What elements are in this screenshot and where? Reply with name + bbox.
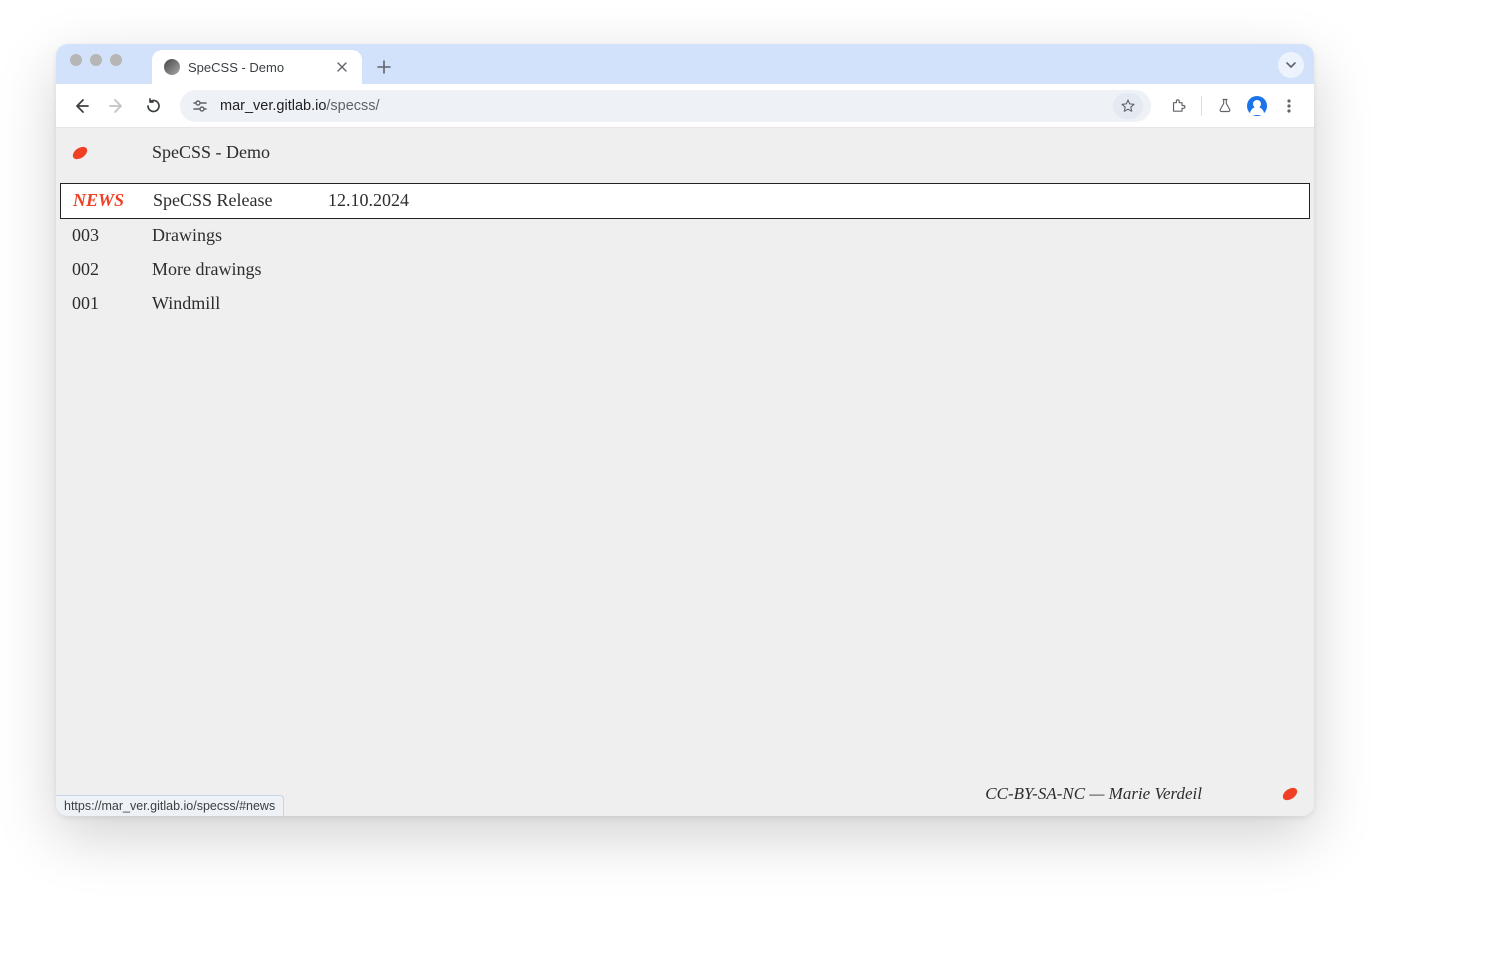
list-item-news[interactable]: NEWS SpeCSS Release 12.10.2024 xyxy=(60,183,1310,219)
browser-window: SpeCSS - Demo xyxy=(56,44,1314,816)
puzzle-icon xyxy=(1170,97,1187,114)
entry-title: Windmill xyxy=(152,290,327,318)
site-info-button[interactable] xyxy=(190,96,210,116)
toolbar-actions xyxy=(1163,91,1304,121)
profile-avatar-icon xyxy=(1247,96,1267,116)
tab-search-button[interactable] xyxy=(1278,52,1304,78)
entry-id: 001 xyxy=(72,290,152,318)
footer-seed-icon xyxy=(1281,785,1300,802)
plus-icon xyxy=(377,60,391,74)
back-button[interactable] xyxy=(66,91,96,121)
reload-icon xyxy=(145,97,162,114)
chevron-down-icon xyxy=(1285,59,1297,71)
browser-tab[interactable]: SpeCSS - Demo xyxy=(152,50,362,84)
entry-title: Drawings xyxy=(152,222,327,250)
flask-icon xyxy=(1217,97,1233,114)
new-tab-button[interactable] xyxy=(370,53,398,81)
page-title: SpeCSS - Demo xyxy=(152,142,270,163)
url-domain: mar_ver.gitlab.io xyxy=(220,98,326,114)
status-bar-url: https://mar_ver.gitlab.io/specss/#news xyxy=(64,799,275,813)
entry-id-news: NEWS xyxy=(73,187,153,215)
entry-title: SpeCSS Release xyxy=(153,187,328,215)
list-item[interactable]: 001 Windmill xyxy=(56,287,1314,321)
list-item[interactable]: 003 Drawings xyxy=(56,219,1314,253)
page-footer: CC-BY-SA-NC — Marie Verdeil xyxy=(985,784,1298,804)
tune-icon xyxy=(192,98,208,114)
entry-title: More drawings xyxy=(152,256,327,284)
entries-list: NEWS SpeCSS Release 12.10.2024 003 Drawi… xyxy=(56,183,1314,321)
url-path: /specss/ xyxy=(326,98,379,114)
tabstrip: SpeCSS - Demo xyxy=(56,44,1314,84)
profile-button[interactable] xyxy=(1242,91,1272,121)
window-controls xyxy=(70,44,152,84)
status-bar: https://mar_ver.gitlab.io/specss/#news xyxy=(56,795,284,816)
favicon-icon xyxy=(164,59,180,75)
reload-button[interactable] xyxy=(138,91,168,121)
forward-button[interactable] xyxy=(102,91,132,121)
arrow-left-icon xyxy=(72,97,90,115)
tab-close-button[interactable] xyxy=(334,59,350,75)
url-text: mar_ver.gitlab.io/specss/ xyxy=(220,98,1103,114)
arrow-right-icon xyxy=(108,97,126,115)
address-bar[interactable]: mar_ver.gitlab.io/specss/ xyxy=(180,90,1151,122)
toolbar-divider xyxy=(1201,96,1202,116)
menu-button[interactable] xyxy=(1274,91,1304,121)
entry-date: 12.10.2024 xyxy=(328,187,409,215)
tab-title: SpeCSS - Demo xyxy=(188,60,326,75)
star-icon xyxy=(1120,98,1136,114)
list-item[interactable]: 002 More drawings xyxy=(56,253,1314,287)
window-minimize-button[interactable] xyxy=(90,54,102,66)
window-close-button[interactable] xyxy=(70,54,82,66)
footer-text: CC-BY-SA-NC — Marie Verdeil xyxy=(985,784,1202,804)
page-viewport: SpeCSS - Demo NEWS SpeCSS Release 12.10.… xyxy=(56,128,1314,816)
entry-id: 003 xyxy=(72,222,152,250)
toolbar: mar_ver.gitlab.io/specss/ xyxy=(56,84,1314,128)
logo-seed-icon xyxy=(71,144,90,161)
extensions-button[interactable] xyxy=(1163,91,1193,121)
close-icon xyxy=(337,62,347,72)
labs-button[interactable] xyxy=(1210,91,1240,121)
window-zoom-button[interactable] xyxy=(110,54,122,66)
kebab-icon xyxy=(1281,98,1297,114)
page-header: SpeCSS - Demo xyxy=(56,128,1314,183)
bookmark-button[interactable] xyxy=(1113,93,1143,119)
entry-id: 002 xyxy=(72,256,152,284)
